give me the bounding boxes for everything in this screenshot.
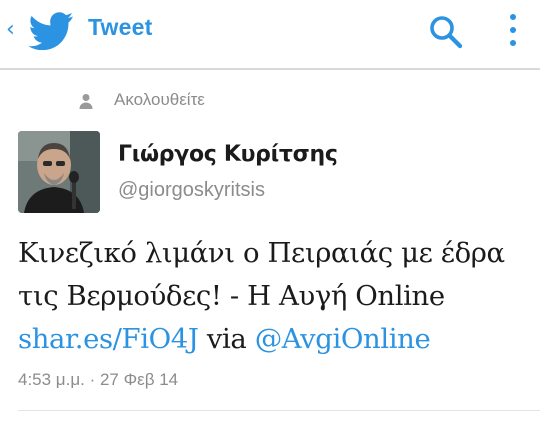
divider — [18, 410, 540, 411]
following-label: Ακολουθείτε — [114, 90, 205, 109]
page-title: Tweet — [88, 14, 153, 40]
author-handle[interactable]: @giorgoskyritsis — [118, 179, 265, 202]
author-name[interactable]: Γιώργος Κυρίτσης — [118, 142, 338, 167]
tweet-text-line-2: τις Βερμούδες! - Η Αυγή Online — [18, 280, 445, 312]
tweet-timestamp: 4:53 μ.μ. · 27 Φεβ 14 — [18, 370, 179, 389]
top-app-bar: ‹ Tweet — [0, 0, 540, 70]
tweet-text: Κινεζικό λιμάνι ο Πειραιάς με έδρα τις Β… — [18, 232, 528, 361]
via-text: via — [206, 323, 247, 355]
tweet-text-line-1: Κινεζικό λιμάνι ο Πειραιάς με έδρα — [18, 237, 505, 269]
twitter-bird-icon[interactable] — [28, 12, 74, 50]
search-icon[interactable] — [428, 14, 464, 50]
avatar[interactable] — [18, 131, 100, 213]
tweet-link[interactable]: shar.es/FiO4J — [18, 323, 199, 355]
person-icon — [79, 94, 93, 109]
tweet-text-line-3: shar.es/FiO4J via @AvgiOnline — [18, 318, 528, 361]
more-vertical-icon[interactable] — [505, 10, 521, 50]
mention-link[interactable]: @AvgiOnline — [255, 323, 431, 355]
chevron-left-icon[interactable]: ‹ — [6, 18, 22, 42]
